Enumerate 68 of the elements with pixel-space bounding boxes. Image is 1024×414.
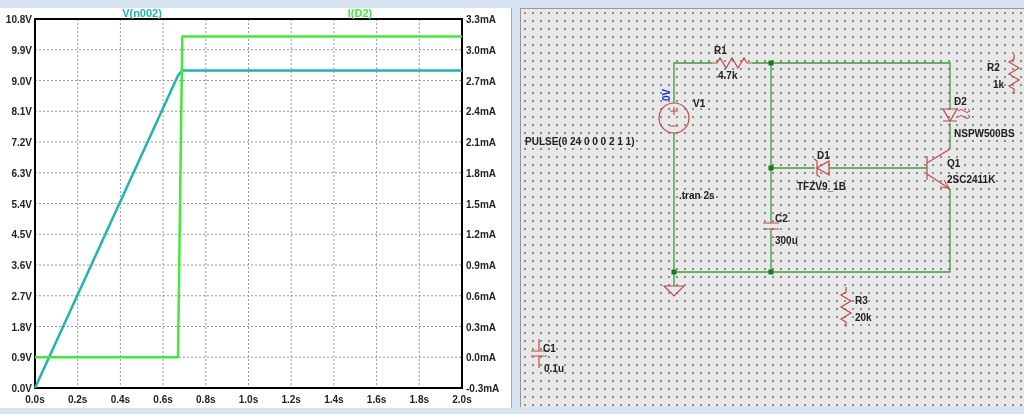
led-symbol: [942, 108, 971, 122]
axis-tick-label: 0.6mA: [466, 290, 496, 302]
axis-tick-label: 5.4V: [11, 198, 32, 210]
component-value: 1k: [993, 79, 1005, 90]
axis-tick-label: 0.9mA: [466, 260, 496, 271]
axis-tick-label: 0.9V: [11, 352, 32, 364]
axis-tick-label: 9.0V: [11, 75, 32, 87]
axis-tick-label: 3.3mA: [466, 14, 496, 25]
component-name: R3: [855, 295, 868, 306]
component-name: C2: [775, 213, 788, 224]
axis-tick-label: 0.0mA: [466, 352, 496, 364]
axis-tick-label: 0.3mA: [466, 321, 496, 333]
axis-tick-label: 1.2s: [281, 394, 301, 405]
axis-tick-label: 1.8V: [11, 321, 32, 333]
axis-tick-label: 0.2s: [67, 394, 88, 405]
axis-tick-label: 2.4mA: [466, 106, 496, 118]
wire: [949, 122, 951, 150]
component-value: 20k: [855, 312, 872, 323]
resistor-symbol: [1007, 53, 1021, 95]
component-name: R2: [987, 62, 1000, 73]
ground-symbol: [662, 285, 686, 297]
axis-tick-label: 0.0V: [11, 383, 32, 394]
zener-diode-symbol: [813, 158, 830, 178]
axis-tick-label: 0.0s: [25, 394, 45, 405]
component-name: Q1: [947, 158, 961, 169]
axis-tick-label: -0.3mA: [466, 383, 500, 394]
axis-tick-label: 2.7mA: [466, 75, 496, 87]
axis-tick-label: 2.1mA: [466, 137, 496, 148]
component-value: 0.1u: [544, 363, 564, 374]
axis-tick-label: 1.2mA: [466, 229, 496, 241]
trace-name: V(n002): [122, 8, 162, 19]
component-value: 4.7k: [718, 70, 738, 81]
component-value: TFZV9_1B: [797, 181, 846, 192]
axis-tick-label: 10.8V: [5, 14, 32, 25]
component-value: NSPW500BS: [954, 128, 1015, 139]
axis-tick-label: 6.3V: [11, 167, 32, 179]
component-value: 300u: [775, 235, 798, 246]
axis-tick-label: 4.5V: [11, 229, 32, 241]
axis-tick-label: 7.2V: [11, 137, 32, 148]
component-name: C1: [543, 343, 556, 354]
axis-tick-label: 1.4s: [324, 394, 344, 405]
component-name: V1: [693, 98, 706, 109]
axis-tick-label: 1.0s: [238, 394, 259, 405]
resistor-symbol: [839, 286, 853, 328]
axis-tick-label: 1.6s: [366, 394, 387, 405]
axis-tick-label: 1.8s: [409, 394, 430, 405]
trace-name: I(D2): [347, 8, 373, 19]
component-value: PULSE(0 24 0 0 0 2 1 1): [525, 136, 635, 147]
component-value: 2SC2411K: [947, 174, 996, 185]
axis-tick-label: 0.4s: [110, 394, 131, 405]
component-name: D2: [954, 96, 967, 107]
axis-tick-label: 2.7V: [11, 290, 32, 302]
axis-tick-label: 0.8s: [196, 394, 216, 405]
axis-tick-label: 3.6V: [11, 260, 32, 271]
axis-tick-label: 9.9V: [11, 44, 32, 56]
axis-tick-label: 3.0mA: [466, 44, 496, 56]
component-name: R1: [714, 45, 727, 56]
axis-tick-label: 8.1V: [11, 106, 32, 118]
component-name: D1: [817, 150, 830, 161]
resistor-symbol: [711, 56, 753, 70]
axis-tick-label: 1.5mA: [466, 198, 496, 210]
axis-tick-label: 1.8mA: [466, 167, 496, 179]
voltage-source-symbol: [658, 102, 690, 134]
axis-tick-label: 2.0s: [452, 394, 472, 405]
node-voltage-label: 0V: [661, 88, 672, 101]
capacitor-symbol: [762, 222, 780, 230]
simulation-directive: .tran 2s: [679, 190, 715, 201]
axis-tick-label: 0.6s: [153, 394, 173, 405]
